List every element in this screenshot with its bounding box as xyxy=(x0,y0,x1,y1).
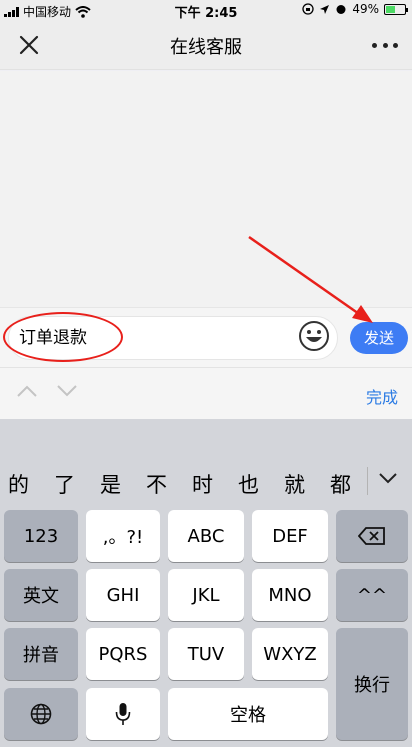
chevron-down-icon[interactable] xyxy=(56,384,78,398)
nav-bar: 在线客服 xyxy=(0,20,412,70)
candidate-item[interactable]: 不 xyxy=(146,469,167,499)
key-wxyz[interactable]: WXYZ xyxy=(252,628,328,680)
keyboard: 123 ,。?! ABC DEF 英文 GHI JKL MNO ^^ 拼音 PQ… xyxy=(0,505,412,747)
candidate-item[interactable]: 都 xyxy=(330,469,351,499)
status-bar: 中国移动 下午 2:45 49% xyxy=(0,0,412,21)
key-abc[interactable]: ABC xyxy=(168,510,244,562)
candidate-divider xyxy=(367,467,368,495)
backspace-icon xyxy=(358,527,385,545)
candidate-item[interactable]: 了 xyxy=(54,469,75,499)
expand-chevron-icon[interactable] xyxy=(378,471,398,485)
key-punctuation[interactable]: ,。?! xyxy=(86,510,160,562)
battery-icon xyxy=(384,3,408,15)
keyboard-toolbar: 完成 xyxy=(0,367,412,419)
candidate-item[interactable]: 也 xyxy=(238,469,259,499)
emoji-icon[interactable] xyxy=(298,320,330,352)
key-pqrs[interactable]: PQRS xyxy=(86,628,160,680)
mic-key[interactable] xyxy=(86,688,160,740)
keyboard-top-strip xyxy=(0,419,412,457)
annotation-ellipse xyxy=(3,312,123,362)
alarm-icon xyxy=(336,5,346,14)
candidate-bar: 的 了 是 不 时 也 就 都 xyxy=(0,457,412,505)
page-title: 在线客服 xyxy=(170,37,242,58)
candidate-item[interactable]: 时 xyxy=(192,469,213,499)
key-ghi[interactable]: GHI xyxy=(86,569,160,621)
done-button[interactable]: 完成 xyxy=(366,384,398,408)
candidate-item[interactable]: 的 xyxy=(8,469,29,499)
chevron-up-icon[interactable] xyxy=(16,384,38,398)
battery-fill xyxy=(386,5,396,13)
candidate-item[interactable]: 就 xyxy=(284,469,305,499)
enter-key[interactable]: 换行 xyxy=(336,628,408,740)
key-emoticon[interactable]: ^^ xyxy=(336,569,408,621)
key-123[interactable]: 123 xyxy=(4,510,78,562)
status-right: 49% xyxy=(302,2,408,16)
candidate-item[interactable]: 是 xyxy=(100,469,121,499)
orientation-lock-icon xyxy=(302,3,314,15)
more-icon[interactable] xyxy=(372,32,398,58)
globe-key[interactable] xyxy=(4,688,78,740)
key-pinyin[interactable]: 拼音 xyxy=(4,628,78,680)
globe-icon xyxy=(30,703,52,725)
key-tuv[interactable]: TUV xyxy=(168,628,244,680)
send-button[interactable]: 发送 xyxy=(350,322,408,354)
microphone-icon xyxy=(115,703,131,725)
key-def[interactable]: DEF xyxy=(252,510,328,562)
chat-area[interactable] xyxy=(0,71,412,307)
key-english[interactable]: 英文 xyxy=(4,569,78,621)
space-key[interactable]: 空格 xyxy=(168,688,328,740)
backspace-key[interactable] xyxy=(336,510,408,562)
key-mno[interactable]: MNO xyxy=(252,569,328,621)
location-icon xyxy=(320,4,330,14)
battery-percent: 49% xyxy=(352,2,379,16)
key-jkl[interactable]: JKL xyxy=(168,569,244,621)
